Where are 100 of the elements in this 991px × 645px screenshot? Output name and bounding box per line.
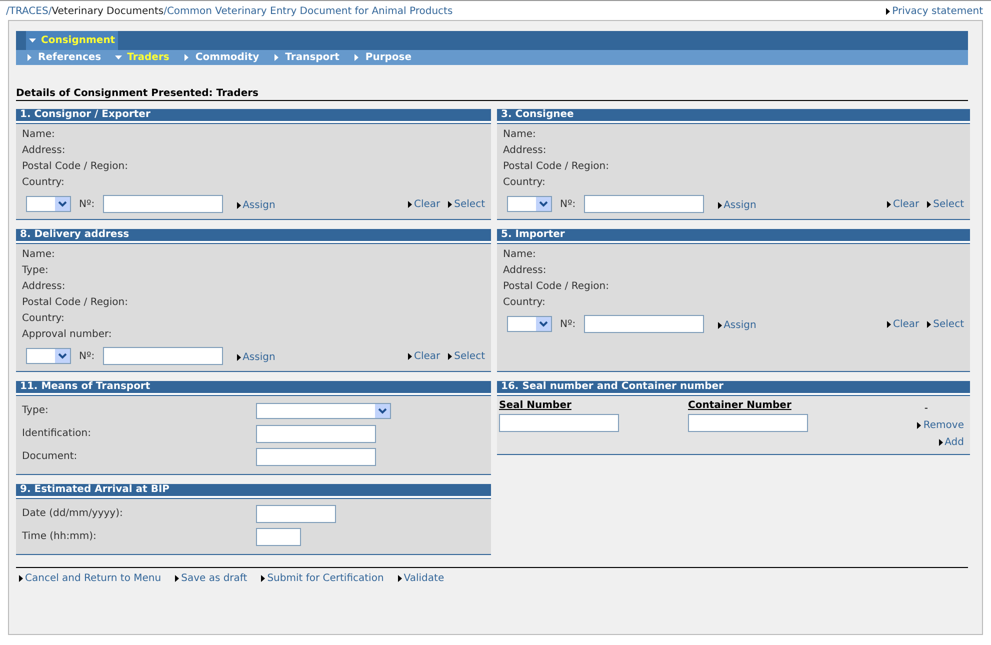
number-input[interactable] [584,315,704,333]
triangle-bullet-icon [398,575,402,582]
number-label: Nº: [79,350,95,362]
add-link[interactable]: Add [938,437,964,448]
triangle-bullet-icon [927,200,932,208]
breadcrumb-item[interactable]: /TRACES/ [6,6,52,17]
select-link[interactable]: Select [448,350,485,362]
right-triangle-icon [353,54,360,61]
triangle-bullet-icon [19,575,23,582]
number-label: Nº: [560,198,576,210]
triangle-bullet-icon [917,422,922,429]
dropdown[interactable] [507,316,552,332]
section-title: 11. Means of Transport [16,381,491,395]
select-link[interactable]: Select [448,198,485,210]
field-label: Country: [22,176,66,190]
triangle-bullet-icon [448,352,452,360]
number-input[interactable] [584,195,704,213]
remove-link[interactable]: Remove [917,420,964,431]
assign-link[interactable]: Assign [718,200,756,210]
nav-tab[interactable]: Traders [115,50,170,65]
triangle-bullet-icon [175,575,180,582]
text-input[interactable] [256,424,376,442]
triangle-bullet-icon [886,8,890,15]
field-label: Approval number: [22,328,113,342]
field-label: Postal Code / Region: [22,160,129,174]
assign-link[interactable]: Assign [236,352,276,362]
field-label: Address: [22,144,66,158]
field-label: Address: [503,144,548,158]
chevron-down-icon [539,321,548,327]
assign-link[interactable]: Assign [718,320,756,330]
field-label: Name: [503,128,537,142]
triangle-bullet-icon [886,320,891,328]
nav-tab[interactable]: Commodity [183,50,260,65]
chevron-down-icon [58,353,67,359]
chevron-down-icon [539,201,548,207]
field-label: Country: [503,176,546,190]
column-header: Container Number [688,399,792,412]
triangle-bullet-icon [448,200,452,208]
chevron-down-icon [58,201,67,207]
number-input[interactable] [102,347,223,365]
page-heading: Details of Consignment Presented: Traders [16,88,968,101]
time-input[interactable] [256,528,301,546]
triangle-bullet-icon [938,439,943,446]
breadcrumb-item: Veterinary Documents [52,6,164,17]
right-triangle-icon [273,54,280,61]
field-label: Address: [503,264,548,278]
chevron-down-icon [378,408,387,414]
select-link[interactable]: Select [927,318,964,330]
triangle-bullet-icon [886,200,891,208]
text-input[interactable] [256,448,376,466]
field-label: Identification: [22,426,92,440]
dropdown[interactable] [26,348,71,364]
field-label: Postal Code / Region: [503,160,610,174]
select-link[interactable]: Select [927,198,964,210]
date-input[interactable] [256,504,336,522]
nav-tab[interactable]: Transport [273,50,340,65]
number-label: Nº: [79,198,95,210]
right-triangle-icon [26,54,33,61]
clear-link[interactable]: Clear [886,318,920,330]
clear-link[interactable]: Clear [408,350,440,362]
number-input[interactable] [102,195,223,213]
dropdown[interactable] [26,196,71,212]
clear-link[interactable]: Clear [408,198,440,210]
field-label: Country: [503,296,546,310]
triangle-bullet-icon [718,202,722,208]
dash-text: - [924,403,928,414]
nav-tab[interactable]: References [26,50,102,65]
right-triangle-icon [183,54,190,61]
breadcrumb-item[interactable]: /Common Veterinary Entry Document for Animal Products [164,6,453,17]
field-label: Name: [22,128,56,142]
text-input[interactable] [499,414,619,432]
section-title: 9. Estimated Arrival at BIP [16,484,491,498]
triangle-bullet-icon [927,320,932,328]
field-label: Type: [22,404,50,418]
field-label: Date (dd/mm/yyyy): [22,506,124,520]
footer-link[interactable]: Save as draft [175,573,248,584]
triangle-bullet-icon [261,575,266,582]
section-title: 5. Importer [497,229,970,243]
field-label: Postal Code / Region: [503,280,610,294]
triangle-bullet-icon [408,352,412,360]
section-title: 16. Seal number and Container number [497,381,970,395]
triangle-bullet-icon [408,200,412,208]
field-label: Time (hh:mm): [22,530,98,544]
triangle-bullet-icon [236,354,241,360]
text-input[interactable] [688,414,808,432]
footer-link[interactable]: Cancel and Return to Menu [19,573,162,584]
number-label: Nº: [560,318,576,330]
assign-link[interactable]: Assign [236,200,276,210]
triangle-bullet-icon [718,322,722,328]
nav-tab[interactable]: Consignment [26,31,118,50]
nav-tab[interactable]: Purpose [353,50,412,65]
field-label: Address: [22,280,66,294]
dropdown[interactable] [507,196,552,212]
privacy-link[interactable]: Privacy statement [886,6,983,17]
field-label: Country: [22,312,66,326]
clear-link[interactable]: Clear [886,198,920,210]
section-title: 3. Consignee [497,109,970,123]
footer-link[interactable]: Submit for Certification [261,573,384,584]
footer-link[interactable]: Validate [398,573,444,584]
field-label: Document: [22,450,78,464]
